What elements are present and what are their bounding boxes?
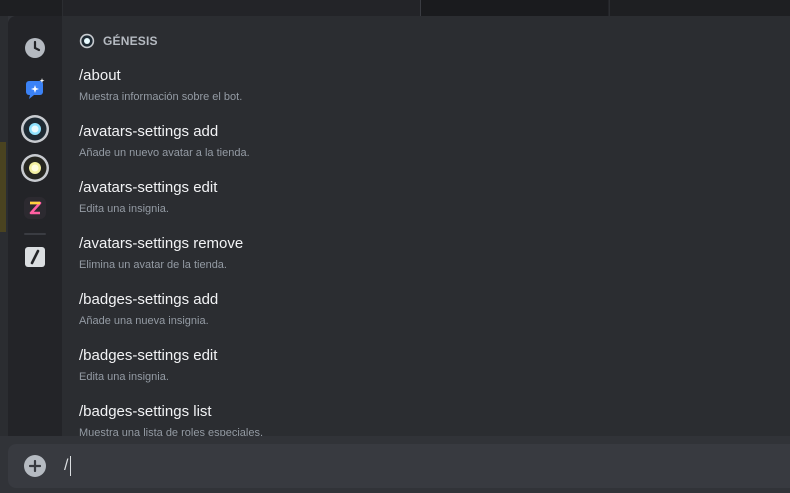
background-channel [0, 0, 790, 16]
background-left-strip [0, 16, 8, 436]
command-description: Elimina un avatar de la tienda. [79, 259, 227, 271]
genesis-bot-icon[interactable] [20, 114, 50, 144]
command-name: /about [79, 67, 121, 84]
command-list: GÉNESIS /about Muestra información sobre… [62, 16, 790, 436]
section-header: GÉNESIS [79, 32, 158, 50]
command-name: /avatars-settings remove [79, 235, 244, 252]
message-input[interactable]: / [64, 455, 72, 477]
genesis-section-icon [79, 33, 95, 49]
command-description: Edita una insignia. [79, 203, 169, 215]
command-item-badges-settings-list[interactable]: /badges-settings list Muestra una lista … [79, 403, 769, 436]
add-attachment-button[interactable] [24, 455, 46, 477]
command-name: /badges-settings list [79, 403, 212, 420]
command-name: /badges-settings edit [79, 347, 218, 364]
command-autocomplete-popup: GÉNESIS /about Muestra información sobre… [8, 16, 790, 436]
slash-commands-icon[interactable] [22, 244, 48, 270]
command-item-badges-settings-add[interactable]: /badges-settings add Añade una nueva ins… [79, 291, 769, 339]
command-name: /avatars-settings edit [79, 179, 218, 196]
background-highlight [0, 142, 6, 232]
clock-icon[interactable] [22, 35, 48, 61]
command-description: Muestra una lista de roles especiales. [79, 427, 264, 436]
command-name: /avatars-settings add [79, 123, 219, 140]
command-name: /badges-settings add [79, 291, 219, 308]
application-rail [8, 16, 62, 436]
command-item-avatars-settings-add[interactable]: /avatars-settings add Añade un nuevo ava… [79, 123, 769, 171]
command-item-avatars-settings-edit[interactable]: /avatars-settings edit Edita una insigni… [79, 179, 769, 227]
background-embed [420, 0, 608, 16]
command-description: Muestra información sobre el bot. [79, 91, 243, 103]
yellow-bot-icon[interactable] [20, 153, 50, 183]
plus-icon [29, 460, 41, 472]
message-input-value: / [64, 457, 69, 474]
command-description: Edita una insignia. [79, 371, 169, 383]
command-description: Añade una nueva insignia. [79, 315, 209, 327]
sparkle-app-icon[interactable] [22, 75, 48, 101]
command-item-badges-settings-edit[interactable]: /badges-settings edit Edita una insignia… [79, 347, 769, 395]
text-caret [70, 455, 72, 476]
rail-separator [24, 233, 46, 235]
command-item-avatars-settings-remove[interactable]: /avatars-settings remove Elimina un avat… [79, 235, 769, 283]
command-description: Añade un nuevo avatar a la tienda. [79, 147, 250, 159]
z-bot-icon[interactable] [22, 195, 48, 221]
message-composer[interactable]: / [8, 444, 790, 488]
command-item-about[interactable]: /about Muestra información sobre el bot. [79, 67, 769, 115]
section-title: GÉNESIS [103, 34, 158, 48]
